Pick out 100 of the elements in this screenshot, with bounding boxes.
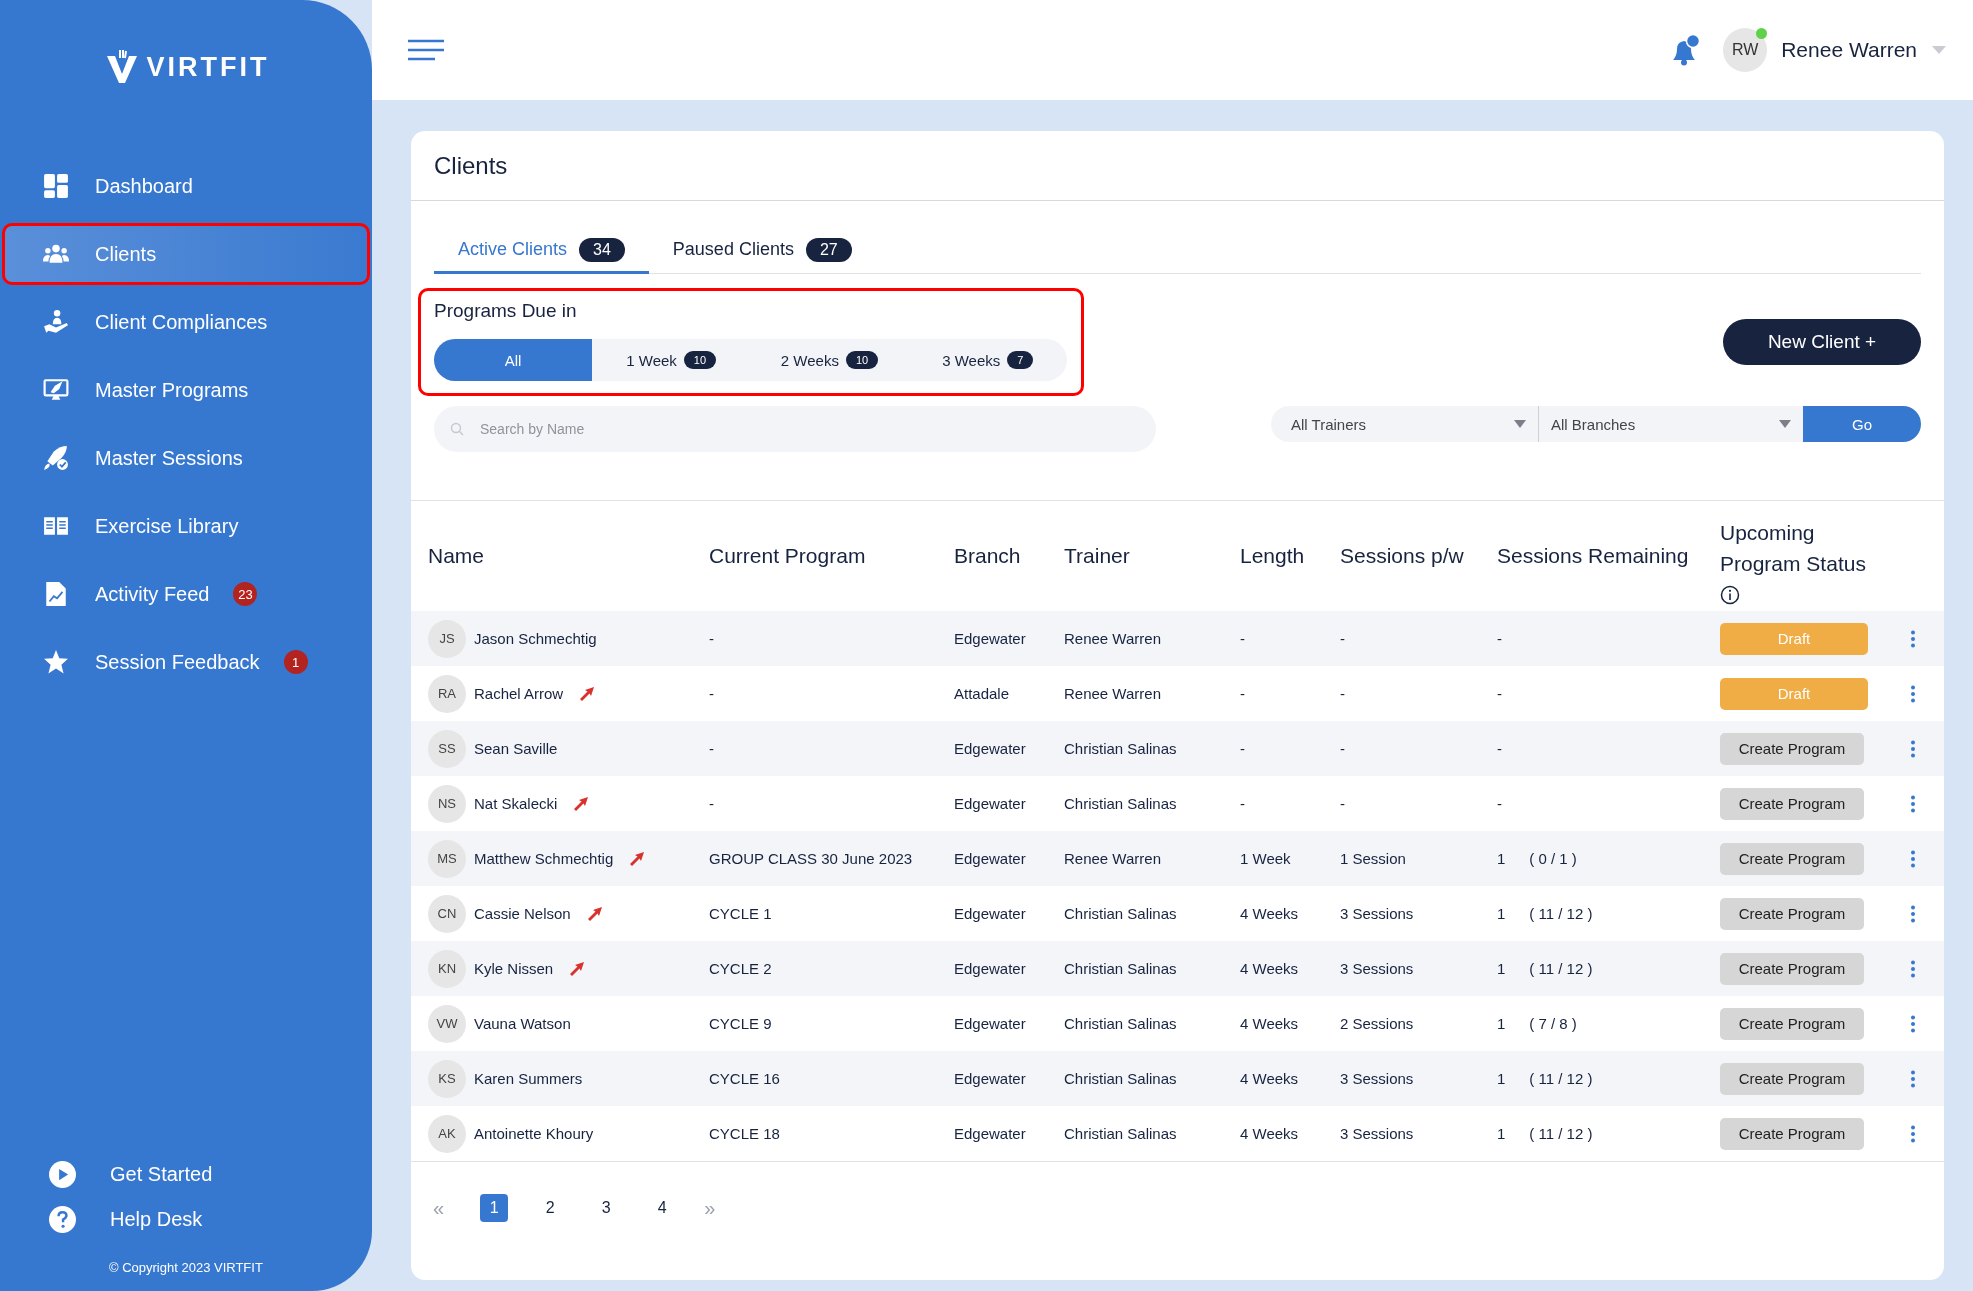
table-row[interactable]: SS Sean Saville - Edgewater Christian Salinas - - - Create Program bbox=[411, 721, 1944, 776]
client-name[interactable]: Antoinette Khoury bbox=[474, 1125, 594, 1142]
user-name[interactable]: Renee Warren bbox=[1781, 38, 1917, 62]
client-name[interactable]: Vauna Watson bbox=[474, 1015, 571, 1032]
client-name[interactable]: Rachel Arrow bbox=[474, 685, 564, 702]
more-options-icon[interactable] bbox=[1910, 629, 1916, 648]
sidebar-link[interactable]: Help Desk bbox=[49, 1197, 372, 1242]
client-name[interactable]: Jason Schmechtig bbox=[474, 630, 597, 647]
segment-option[interactable]: All bbox=[434, 339, 592, 381]
table-cell-text: - bbox=[1240, 740, 1246, 757]
more-options-icon[interactable] bbox=[1910, 1124, 1916, 1143]
monitor-icon bbox=[43, 377, 69, 403]
table-row[interactable]: RA Rachel Arrow - Attadale Renee Warren - - - Draft bbox=[411, 666, 1944, 721]
page-link[interactable]: 4 bbox=[648, 1194, 677, 1222]
create-program-button[interactable]: Create Program bbox=[1720, 1007, 1864, 1040]
menu-icon[interactable] bbox=[407, 39, 445, 61]
copyright-text: © Copyright 2023 VIRTFIT bbox=[108, 1260, 264, 1275]
play-icon bbox=[49, 1161, 76, 1188]
table-cell-text: Christian Salinas bbox=[1064, 905, 1178, 922]
table-row[interactable]: MS Matthew Schmechtig GROUP CLASS 30 June 2023 Edgewater Renee Warren 1 Week 1 Session 1 ( 0 / 1 ) Create Program bbox=[411, 831, 1944, 886]
create-program-button[interactable]: Create Program bbox=[1720, 787, 1864, 820]
table-row[interactable]: JS Jason Schmechtig - Edgewater Renee Warren - - - Draft bbox=[411, 611, 1944, 666]
segment-option[interactable]: 2 Weeks 10 bbox=[750, 339, 909, 381]
sidebar-item[interactable]: Master Sessions bbox=[2, 427, 370, 489]
client-name[interactable]: Nat Skalecki bbox=[474, 795, 558, 812]
more-options-icon[interactable] bbox=[1910, 904, 1916, 923]
create-program-button[interactable]: Create Program bbox=[1720, 897, 1864, 930]
table-cell-text: Edgewater bbox=[954, 850, 1027, 867]
more-options-icon[interactable] bbox=[1910, 739, 1916, 758]
more-options-icon[interactable] bbox=[1910, 1014, 1916, 1033]
sidebar-item[interactable]: Clients bbox=[2, 223, 370, 285]
table-cell: - bbox=[1497, 685, 1502, 702]
count-badge: 7 bbox=[1007, 351, 1034, 369]
sidebar-item[interactable]: Activity Feed 23 bbox=[2, 563, 370, 625]
segment-option[interactable]: 3 Weeks 7 bbox=[908, 339, 1067, 381]
column-header: Sessions p/w bbox=[1340, 544, 1465, 568]
column-header: Branch bbox=[954, 544, 1022, 568]
table-cell-text: - bbox=[1240, 795, 1246, 812]
table-cell-text: 3 Sessions bbox=[1340, 960, 1415, 977]
go-button[interactable]: Go bbox=[1803, 406, 1921, 442]
more-options-icon[interactable] bbox=[1910, 959, 1916, 978]
sidebar-item[interactable]: Session Feedback 1 bbox=[2, 631, 370, 693]
brand-name: VIRTFIT bbox=[146, 51, 270, 84]
client-name[interactable]: Karen Summers bbox=[474, 1070, 583, 1087]
client-avatar: JS bbox=[428, 619, 466, 658]
help-icon bbox=[49, 1206, 76, 1233]
new-client-button[interactable]: New Client + bbox=[1723, 319, 1921, 365]
sidebar-item[interactable]: Master Programs bbox=[2, 359, 370, 421]
more-options-icon[interactable] bbox=[1910, 684, 1916, 703]
table-cell: 1 bbox=[1497, 850, 1506, 867]
sidebar-item[interactable]: Client Compliances bbox=[2, 291, 370, 353]
create-program-button[interactable]: Create Program bbox=[1720, 732, 1864, 765]
table-cell-text: Renee Warren bbox=[1064, 685, 1162, 702]
more-options-icon[interactable] bbox=[1910, 1069, 1916, 1088]
table-cell: 1 bbox=[1497, 1015, 1506, 1032]
table-row[interactable]: KS Karen Summers CYCLE 16 Edgewater Christian Salinas 4 Weeks 3 Sessions 1 ( 11 / 12 ) Create Program bbox=[411, 1051, 1944, 1106]
more-options-icon[interactable] bbox=[1910, 794, 1916, 813]
table-row[interactable]: KN Kyle Nissen CYCLE 2 Edgewater Christian Salinas 4 Weeks 3 Sessions 1 ( 11 / 12 ) Create Program bbox=[411, 941, 1944, 996]
sidebar-item[interactable]: Dashboard bbox=[2, 155, 370, 217]
table-cell: 1 bbox=[1497, 905, 1506, 922]
table-cell-text: 3 Sessions bbox=[1340, 1125, 1415, 1142]
table-cell-text: - bbox=[709, 740, 715, 757]
count-badge: 10 bbox=[845, 351, 879, 369]
create-program-button[interactable]: Create Program bbox=[1720, 1062, 1864, 1095]
sidebar-item[interactable]: Exercise Library bbox=[2, 495, 370, 557]
tab[interactable]: Active Clients 34 bbox=[434, 228, 649, 274]
count-badge: 1 bbox=[283, 650, 308, 674]
client-name[interactable]: Cassie Nelson bbox=[474, 905, 571, 922]
more-options-icon[interactable] bbox=[1910, 849, 1916, 868]
table-row[interactable]: AK Antoinette Khoury CYCLE 18 Edgewater Christian Salinas 4 Weeks 3 Sessions 1 ( 11 / 12 ) Create Program bbox=[411, 1106, 1944, 1161]
search-field[interactable]: Search by Name bbox=[434, 406, 1156, 452]
table-cell-text: - bbox=[1340, 740, 1346, 757]
column-header: Length bbox=[1240, 544, 1306, 568]
session-count: ( 0 / 1 ) bbox=[1529, 850, 1577, 867]
table-row[interactable]: NS Nat Skalecki - Edgewater Christian Salinas - - - Create Program bbox=[411, 776, 1944, 831]
create-program-button[interactable]: Create Program bbox=[1720, 842, 1864, 875]
create-program-button[interactable]: Create Program bbox=[1720, 952, 1864, 985]
user-avatar[interactable]: RW bbox=[1723, 28, 1768, 72]
segment-option[interactable]: 1 Week 10 bbox=[592, 339, 751, 381]
page-link[interactable]: 1 bbox=[480, 1194, 509, 1222]
table-row[interactable]: VW Vauna Watson CYCLE 9 Edgewater Christian Salinas 4 Weeks 2 Sessions 1 ( 7 / 8 ) Create Program bbox=[411, 996, 1944, 1051]
sidebar-link[interactable]: Get Started bbox=[49, 1152, 372, 1197]
table-cell: - bbox=[1497, 740, 1502, 757]
client-avatar: RA bbox=[428, 674, 466, 713]
tab[interactable]: Paused Clients 27 bbox=[648, 228, 876, 274]
table-cell-text: 4 Weeks bbox=[1240, 1125, 1300, 1142]
session-count: ( 11 / 12 ) bbox=[1529, 905, 1593, 922]
branch-dropdown[interactable]: All Branches bbox=[1538, 406, 1803, 442]
client-name[interactable]: Sean Saville bbox=[474, 740, 558, 757]
rocket-icon bbox=[43, 445, 69, 471]
trainer-dropdown[interactable]: All Trainers bbox=[1271, 406, 1538, 442]
client-avatar: NS bbox=[428, 784, 466, 823]
table-cell-text: CYCLE 18 bbox=[709, 1125, 781, 1142]
client-name[interactable]: Kyle Nissen bbox=[474, 960, 554, 977]
create-program-button[interactable]: Create Program bbox=[1720, 1117, 1864, 1150]
table-cell-text: Edgewater bbox=[954, 1125, 1027, 1142]
client-name[interactable]: Matthew Schmechtig bbox=[474, 850, 614, 867]
table-row[interactable]: CN Cassie Nelson CYCLE 1 Edgewater Christian Salinas 4 Weeks 3 Sessions 1 ( 11 / 12 ) Create Program bbox=[411, 886, 1944, 941]
page-link[interactable]: 2 bbox=[536, 1194, 565, 1222]
page-link[interactable]: 3 bbox=[592, 1194, 621, 1222]
